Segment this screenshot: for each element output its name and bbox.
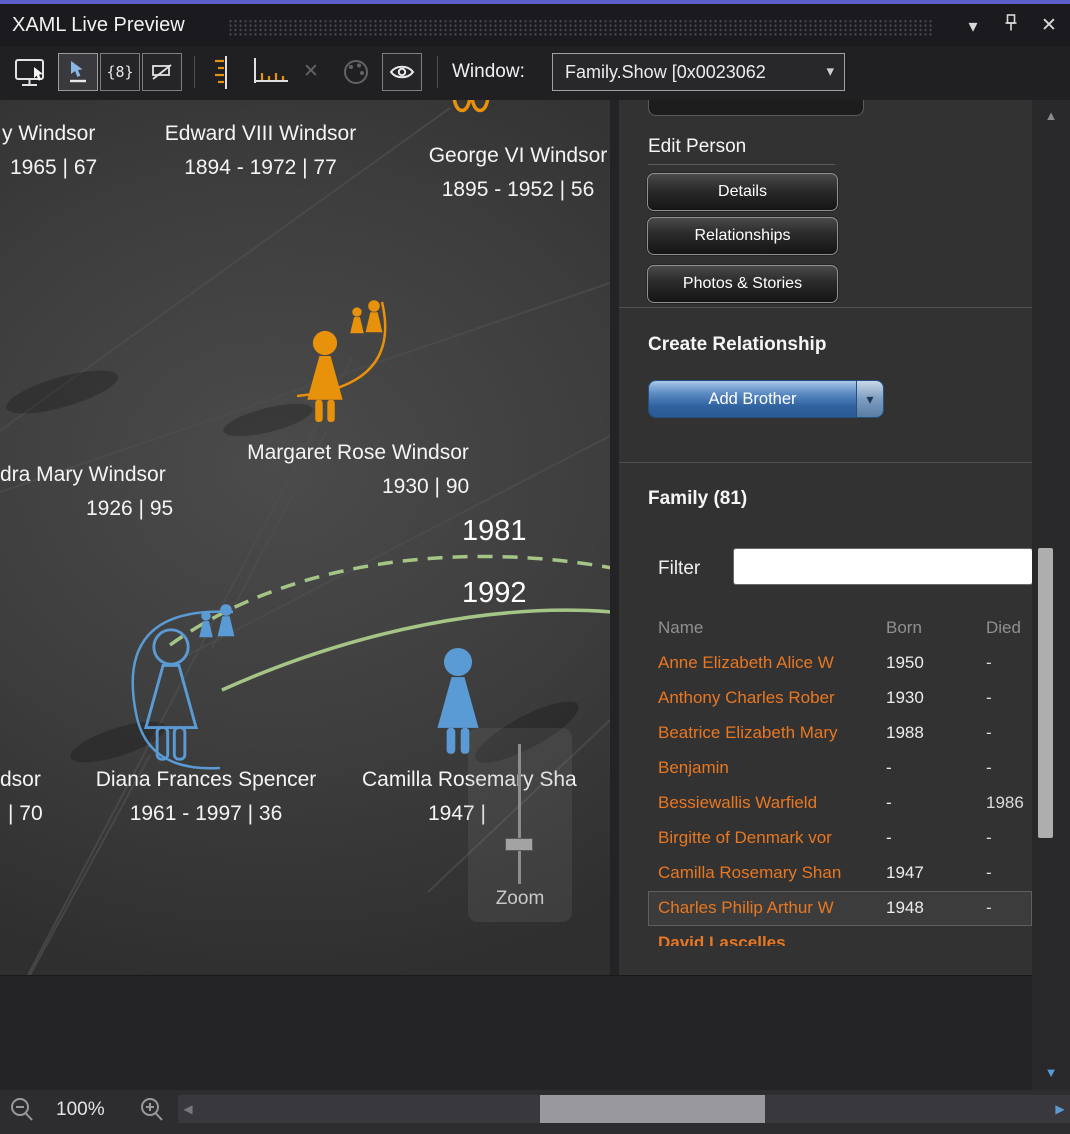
person-node-name[interactable]: Margaret Rose Windsor xyxy=(228,441,488,465)
relationships-button[interactable]: Relationships xyxy=(647,217,838,255)
chevron-down-icon: ▾ xyxy=(826,62,834,80)
section-underline xyxy=(648,164,835,165)
edit-person-title: Edit Person xyxy=(648,136,746,158)
family-count-title: Family (81) xyxy=(648,488,747,510)
person-node-name[interactable]: Diana Frances Spencer xyxy=(76,768,336,792)
remove-x-icon[interactable]: ✕ xyxy=(296,53,326,91)
zoom-out-icon[interactable] xyxy=(8,1096,36,1129)
hanger-icon xyxy=(454,100,488,111)
pin-icon[interactable] xyxy=(998,12,1024,40)
horizontal-ruler-icon[interactable] xyxy=(250,53,292,91)
scroll-up-icon[interactable]: ▲ xyxy=(1032,108,1070,123)
person-node-dates: 1930 | 90 xyxy=(382,475,469,499)
color-palette-icon[interactable] xyxy=(338,53,374,91)
window-selector-dropdown[interactable]: Family.Show [0x0023062 ▾ xyxy=(552,53,845,91)
zoom-slider-thumb[interactable] xyxy=(505,838,533,851)
person-node-name[interactable]: y Windsor xyxy=(2,122,95,146)
statusbar: 100% ◀ ▶ xyxy=(0,1090,1070,1134)
create-relationship-title: Create Relationship xyxy=(648,334,826,356)
eye-preview-button[interactable] xyxy=(382,53,422,91)
column-header-died[interactable]: Died xyxy=(986,618,1021,638)
person-node-dates: 1894 - 1972 | 77 xyxy=(148,156,373,180)
person-node-dates: 1895 - 1952 | 56 xyxy=(398,178,610,202)
family-row[interactable]: Birgitte of Denmark vor - - xyxy=(648,821,1032,856)
photos-stories-button[interactable]: Photos & Stories xyxy=(647,265,838,303)
family-row[interactable]: Anne Elizabeth Alice W 1950 - xyxy=(648,646,1032,681)
family-list: Anne Elizabeth Alice W 1950 - Anthony Ch… xyxy=(619,646,1032,946)
binding-braces-button[interactable]: {8} xyxy=(100,53,140,91)
person-node-name[interactable]: Edward VIII Windsor xyxy=(148,122,373,146)
family-row[interactable]: Anthony Charles Rober 1930 - xyxy=(648,681,1032,716)
family-row[interactable]: David Lascelles xyxy=(648,926,1032,946)
titlebar: XAML Live Preview ▾ ✕ xyxy=(0,0,1070,46)
layout-adorner-button[interactable] xyxy=(142,53,182,91)
scroll-left-icon[interactable]: ◀ xyxy=(178,1095,198,1123)
zoom-slider-label: Zoom xyxy=(468,888,572,910)
scroll-right-icon[interactable]: ▶ xyxy=(1050,1095,1070,1123)
zoom-percentage: 100% xyxy=(56,1099,105,1121)
chevron-down-icon: ▾ xyxy=(866,391,873,408)
family-row[interactable]: Beatrice Elizabeth Mary 1988 - xyxy=(648,716,1032,751)
close-icon[interactable]: ✕ xyxy=(1036,12,1062,40)
select-element-button[interactable] xyxy=(58,53,98,91)
window-selector-value: Family.Show [0x0023062 xyxy=(565,62,766,83)
person-node-dates: | 70 xyxy=(8,802,43,826)
details-button[interactable]: Details xyxy=(647,173,838,211)
screen-picker-icon[interactable] xyxy=(12,53,52,91)
marriage-year-label: 1992 xyxy=(462,577,527,610)
person-node-name[interactable]: dra Mary Windsor xyxy=(0,463,166,487)
family-row-selected[interactable]: Charles Philip Arthur W 1948 - xyxy=(648,891,1032,926)
orange-family-group-icon xyxy=(350,300,382,333)
column-header-name[interactable]: Name xyxy=(658,618,703,638)
section-separator xyxy=(619,462,1032,463)
chevron-down-icon[interactable]: ▾ xyxy=(960,12,986,40)
person-node-dates: 1961 - 1997 | 36 xyxy=(76,802,336,826)
figure-shadows xyxy=(2,362,586,774)
partial-scrolled-button xyxy=(648,100,864,116)
toolbar-separator xyxy=(437,56,438,88)
zoom-in-icon[interactable] xyxy=(138,1096,166,1129)
scroll-down-icon[interactable]: ▼ xyxy=(1032,1065,1070,1080)
window-selector-label: Window: xyxy=(452,61,525,83)
family-row[interactable]: Benjamin - - xyxy=(648,751,1032,786)
blue-family-group-icon xyxy=(199,604,234,637)
zoom-slider-track[interactable] xyxy=(518,744,521,884)
vertical-ruler-icon[interactable] xyxy=(206,53,240,91)
person-node-name[interactable]: dsor xyxy=(0,768,41,792)
add-brother-dropdown[interactable]: ▾ xyxy=(857,380,884,418)
drag-grip-dots[interactable] xyxy=(228,19,933,36)
horizontal-scrollbar[interactable]: ◀ ▶ xyxy=(178,1095,1070,1123)
vertical-scrollbar[interactable]: ▲ ▼ xyxy=(1032,100,1070,1090)
person-node-dates: 1926 | 95 xyxy=(86,497,173,521)
toolbar-separator xyxy=(194,56,195,88)
add-brother-button[interactable]: Add Brother xyxy=(648,380,857,418)
zoom-slider-panel: Zoom xyxy=(468,728,572,922)
family-row[interactable]: Bessiewallis Warfield - 1986 xyxy=(648,786,1032,821)
window-title: XAML Live Preview xyxy=(12,14,185,37)
person-node-name[interactable]: George VI Windsor xyxy=(398,144,610,168)
horizontal-scrollbar-thumb[interactable] xyxy=(540,1095,765,1123)
empty-region xyxy=(0,975,1032,1090)
vertical-scrollbar-thumb[interactable] xyxy=(1038,548,1053,838)
marriage-curve xyxy=(222,610,610,690)
marriage-year-label: 1981 xyxy=(462,515,527,548)
xaml-preview-canvas[interactable]: y Windsor 1965 | 67 Edward VIII Windsor … xyxy=(0,100,610,975)
person-details-panel: Edit Person Details Relationships Photos… xyxy=(619,100,1032,975)
person-node-dates: 1965 | 67 xyxy=(10,156,97,180)
panel-divider xyxy=(610,100,619,975)
filter-label: Filter xyxy=(658,558,700,580)
toolbar: {8} ✕ Window: Family.Show [0x0023062 ▾ xyxy=(0,46,1070,100)
filter-input[interactable] xyxy=(733,548,1032,585)
section-separator xyxy=(619,307,1032,308)
family-row[interactable]: Camilla Rosemary Shan 1947 - xyxy=(648,856,1032,891)
column-header-born[interactable]: Born xyxy=(886,618,922,638)
